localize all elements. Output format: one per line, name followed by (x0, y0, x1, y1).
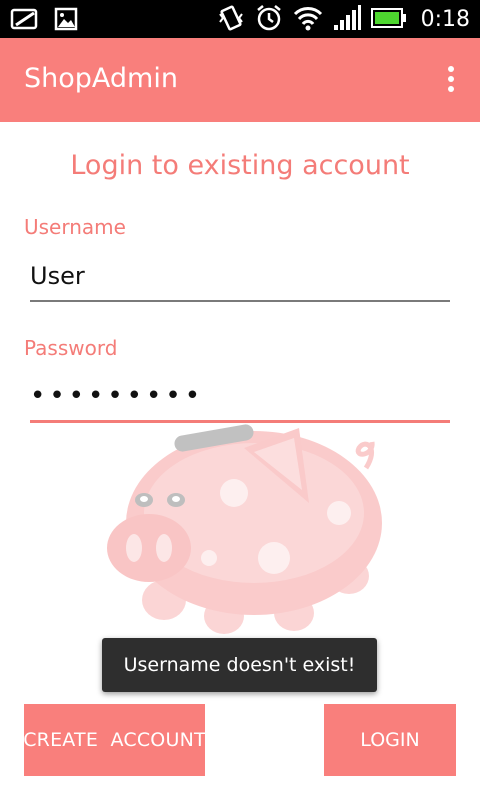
image-icon (54, 7, 78, 35)
vibrate-icon (217, 4, 245, 36)
signal-icon (333, 5, 361, 35)
overflow-menu-icon[interactable] (446, 66, 456, 94)
status-bar: 0:18 (0, 0, 480, 38)
create-account-button[interactable]: CREATE ACCOUNT (23, 704, 206, 776)
wifi-icon (293, 5, 323, 35)
username-label: Username (24, 215, 126, 239)
page-title: Login to existing account (70, 150, 410, 181)
login-button[interactable]: LOGIN (324, 704, 456, 776)
whatsapp-icon (10, 7, 40, 35)
piggy-bank-icon (107, 424, 382, 634)
alarm-icon (255, 4, 283, 36)
login-screen: Login to existing account Username User … (0, 122, 480, 800)
username-field[interactable]: User (30, 256, 450, 302)
error-toast: Username doesn't exist! (102, 638, 377, 692)
password-label: Password (24, 336, 118, 360)
action-bar: ShopAdmin (0, 38, 480, 122)
app-title: ShopAdmin (24, 63, 178, 94)
status-time: 0:18 (420, 7, 470, 32)
username-value: User (30, 262, 85, 290)
password-value: ••••••••• (30, 381, 205, 411)
battery-icon (370, 7, 407, 33)
